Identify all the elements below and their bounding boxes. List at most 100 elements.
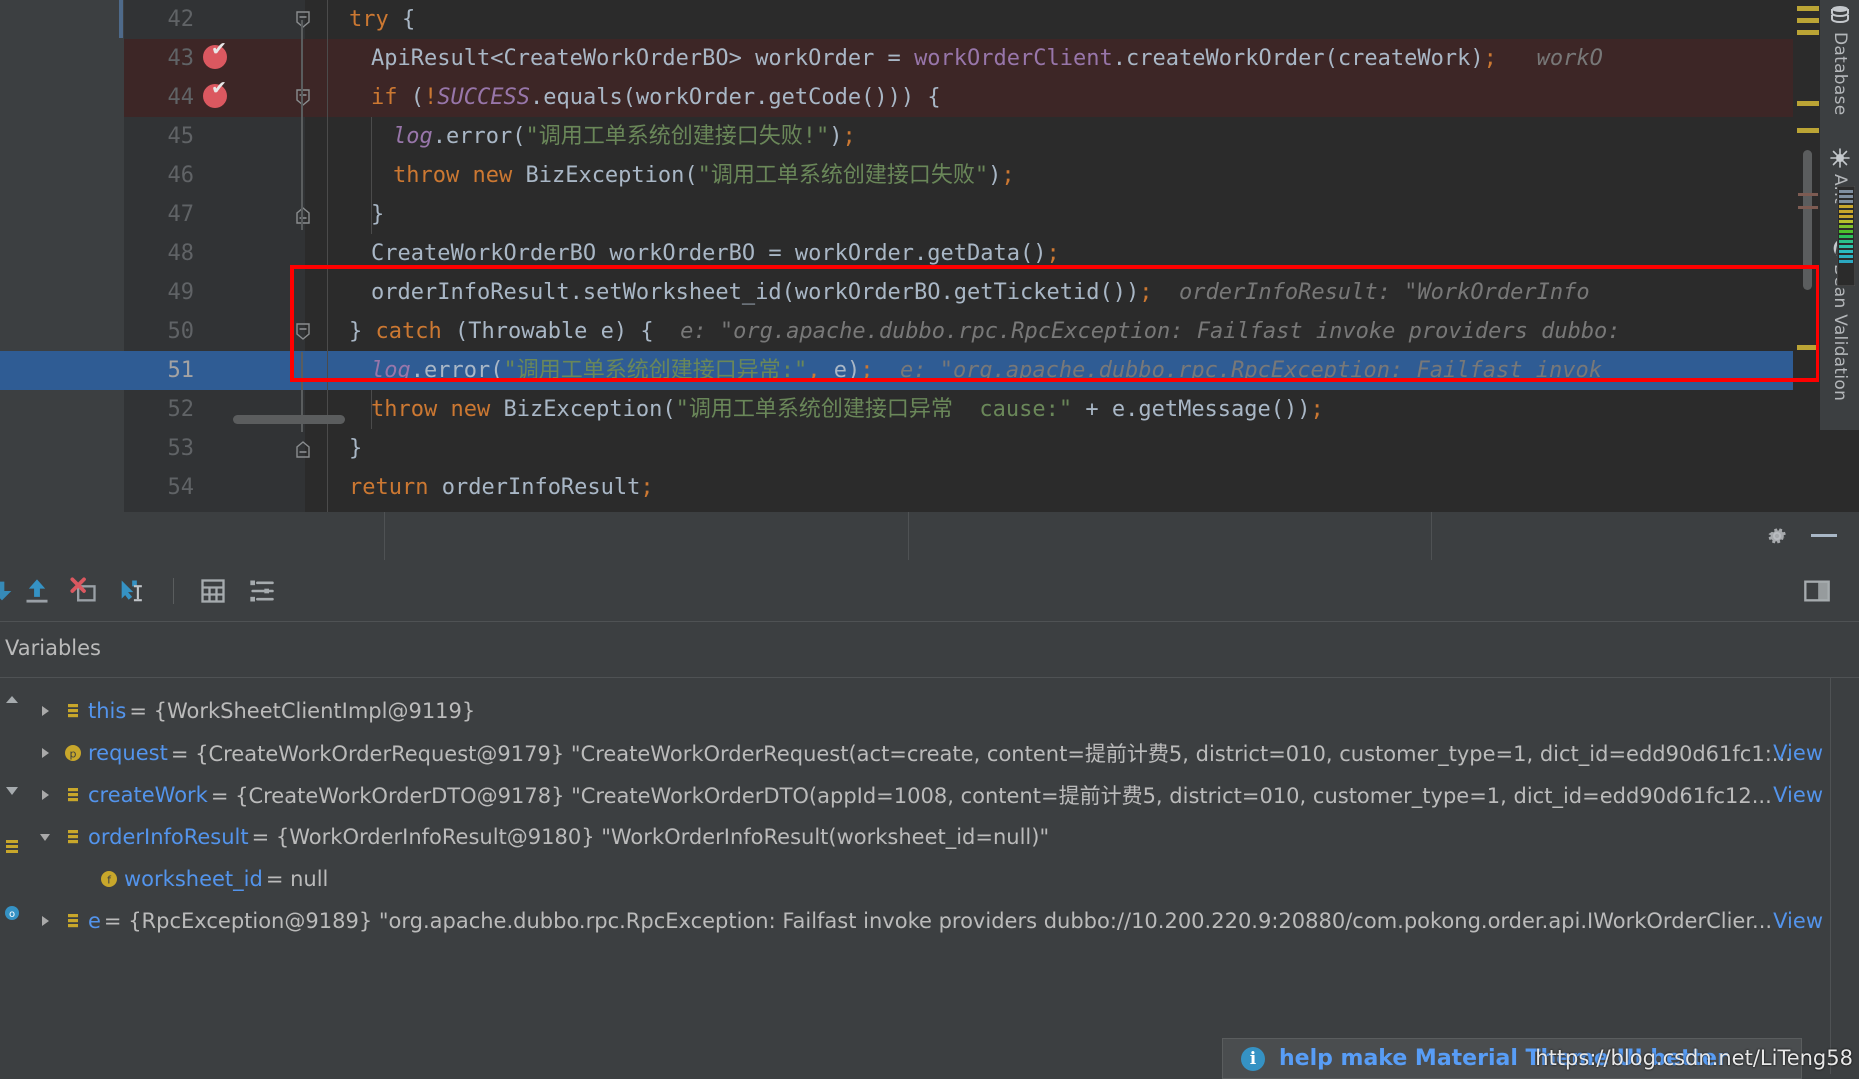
variable-value: = {CreateWorkOrderRequest@9179} "CreateW… [170,742,1792,766]
code-line[interactable]: } catch (Throwable e) { e: "org.apache.d… [305,312,1793,351]
variable-row[interactable]: p request = {CreateWorkOrderRequest@9179}… [24,732,1831,774]
expand-arrow-icon[interactable] [32,746,58,760]
code-line[interactable]: log.error("调用工单系统创建接口异常:", e); e: "org.a… [305,351,1793,390]
step-over-button[interactable] [0,577,16,605]
line-number[interactable]: 50 [124,312,195,351]
collapse-all-icon[interactable] [3,782,21,800]
code-fold-start-icon[interactable] [294,0,312,39]
indent-guide [327,0,328,512]
view-value-link[interactable]: View [1773,909,1823,933]
line-number[interactable]: 43 [124,39,195,78]
editor-vertical-scrollbar[interactable] [1803,150,1812,290]
changed-lines-mark [1798,206,1818,209]
debugger-left-rail[interactable]: o [0,622,24,1079]
variable-name: request [88,741,168,765]
variables-header: Variables [0,622,1859,677]
line-number[interactable]: 49 [124,273,195,312]
evaluate-expression-button[interactable] [199,577,227,605]
tool-window-database[interactable]: Database [1820,4,1859,116]
drop-frame-button[interactable] [70,577,98,605]
run-to-cursor-button[interactable] [117,577,145,605]
variable-name: worksheet_id [124,867,263,891]
error-stripe-mark[interactable] [1797,30,1819,35]
variables-scrollbar[interactable] [1831,678,1859,1079]
line-number[interactable]: 44 [124,78,195,117]
field-object-icon [58,912,88,930]
breakpoint-icon[interactable]: ✔ [203,40,229,71]
database-icon [1831,6,1849,24]
error-stripe-mark[interactable] [1797,6,1819,11]
line-number[interactable]: 54 [124,468,195,507]
expand-arrow-icon[interactable] [32,788,58,802]
field-object-icon [58,702,88,720]
fold-connector-line [301,20,303,230]
code-line[interactable]: ApiResult<CreateWorkOrderBO> workOrder =… [305,39,1793,78]
code-line[interactable]: throw new BizException("调用工单系统创建接口异常 cau… [305,390,1793,429]
code-line[interactable]: CreateWorkOrderBO workOrderBO = workOrde… [305,234,1793,273]
indent-guide [371,390,372,429]
code-line[interactable]: if (!SUCCESS.equals(workOrder.getCode())… [305,78,1793,117]
expand-all-icon[interactable] [3,694,21,712]
editor-left-accent [119,0,123,38]
code-fold-end-icon[interactable] [294,195,312,234]
code-text-area[interactable]: try {ApiResult<CreateWorkOrderBO> workOr… [305,0,1793,512]
debug-settings-button[interactable] [1765,524,1789,548]
expand-arrow-icon[interactable] [32,704,58,718]
debugger-tool-window: o Variables this = {WorkSheetClientImpl@… [0,512,1859,1079]
restore-layout-button[interactable] [1803,577,1831,605]
line-number[interactable]: 46 [124,156,195,195]
line-number[interactable]: 51 [124,351,195,390]
toolbar-divider [173,578,174,604]
variables-tree[interactable]: this = {WorkSheetClientImpl@9119} p reques… [24,678,1831,1079]
tool-window-database-label: Database [1830,32,1850,116]
variable-value: = {CreateWorkOrderDTO@9178} "CreateWorkO… [210,784,1772,808]
variables-title: Variables [5,636,101,660]
code-line[interactable]: log.error("调用工单系统创建接口失败!"); [305,117,1793,156]
line-number[interactable]: 47 [124,195,195,234]
variable-value: = null [265,867,329,891]
code-line[interactable]: throw new BizException("调用工单系统创建接口失败"); [305,156,1793,195]
collapse-arrow-icon[interactable] [32,830,58,844]
code-fold-end-icon[interactable] [294,429,312,468]
code-fold-start-icon[interactable] [294,312,312,351]
idea-window: try {ApiResult<CreateWorkOrderBO> workOr… [0,0,1859,1079]
variable-row[interactable]: this = {WorkSheetClientImpl@9119} [24,690,1831,732]
variable-name: e [88,909,101,933]
error-stripe-mark[interactable] [1797,128,1819,133]
variable-name: orderInfoResult [88,825,249,849]
variable-row[interactable]: f worksheet_id = null [24,858,1831,900]
variable-row[interactable]: createWork = {CreateWorkOrderDTO@9178} "… [24,774,1831,816]
error-stripe-mark[interactable] [1797,18,1819,23]
watches-icon[interactable]: o [3,904,21,922]
line-number[interactable]: 45 [124,117,195,156]
breakpoint-icon[interactable]: ✔ [203,79,229,110]
line-number[interactable]: 53 [124,429,195,468]
frames-list-icon[interactable] [3,837,21,855]
view-value-link[interactable]: View [1773,783,1823,807]
code-line[interactable]: try { [305,0,1793,39]
code-line[interactable]: return orderInfoResult; [305,468,1793,507]
error-stripe-mark[interactable] [1797,101,1819,106]
info-icon: i [1241,1046,1265,1071]
editor-left-strip [0,0,124,512]
step-out-button[interactable] [23,577,51,605]
line-number[interactable]: 52 [124,390,195,429]
code-fold-start-icon[interactable] [294,78,312,117]
line-number[interactable]: 48 [124,234,195,273]
code-line[interactable]: orderInfoResult.setWorksheet_id(workOrde… [305,273,1793,312]
view-value-link[interactable]: View [1773,741,1823,765]
code-line[interactable]: } [305,195,1793,234]
code-editor[interactable]: try {ApiResult<CreateWorkOrderBO> workOr… [0,0,1859,512]
hide-button[interactable] [1811,534,1837,537]
debugger-toolbar [0,560,1859,622]
editor-horizontal-scrollbar[interactable] [233,415,345,424]
expand-arrow-icon[interactable] [32,914,58,928]
error-stripe-mark[interactable] [1797,345,1819,350]
variable-name: createWork [88,783,208,807]
code-line[interactable]: } [305,429,1793,468]
variable-row[interactable]: e = {RpcException@9189} "org.apache.dubb… [24,900,1831,942]
line-number[interactable]: 42 [124,0,195,39]
changed-lines-mark [1798,193,1818,196]
list-settings-button[interactable] [248,577,276,605]
variable-row[interactable]: orderInfoResult = {WorkOrderInfoResult@9… [24,816,1831,858]
